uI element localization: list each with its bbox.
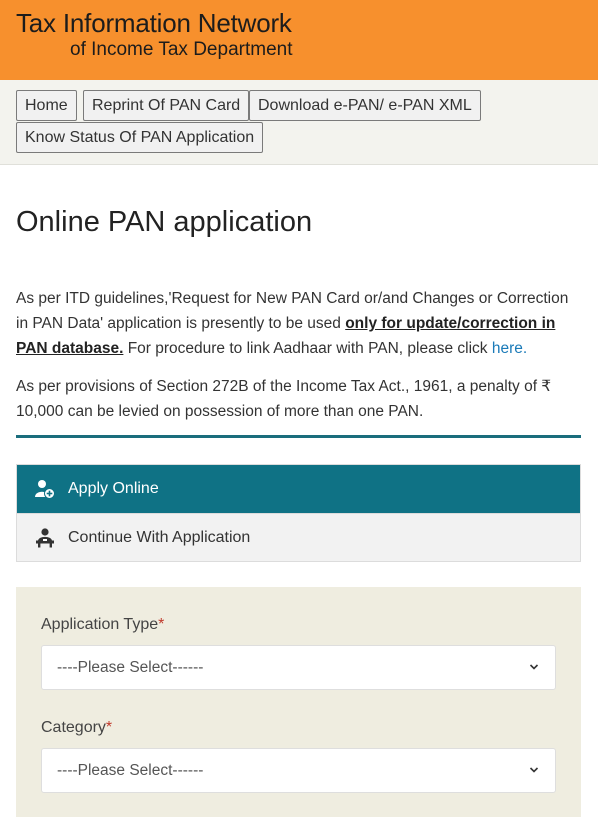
aadhaar-link-text: For procedure to link Aadhaar with PAN, … [123, 340, 492, 357]
apply-online-label: Apply Online [68, 480, 159, 497]
chevron-down-icon [529, 664, 539, 670]
nav-download-epan-button[interactable]: Download e-PAN/ e-PAN XML [249, 90, 481, 121]
continue-application-label: Continue With Application [68, 528, 251, 546]
add-user-icon [34, 478, 56, 500]
continue-application-item[interactable]: Continue With Application [17, 513, 580, 561]
application-type-value: ----Please Select------ [57, 659, 204, 676]
site-title: Tax Information Network [16, 8, 292, 38]
top-nav: Home Reprint Of PAN Card Download e-PAN/… [0, 80, 598, 165]
application-menu: Apply Online Continue With Application [16, 464, 581, 562]
nav-home-button[interactable]: Home [16, 90, 77, 121]
penalty-paragraph: As per provisions of Section 272B of the… [16, 378, 552, 420]
guidelines-paragraph: As per ITD guidelines,'Request for New P… [16, 286, 582, 361]
application-type-label-text: Application Type [41, 616, 159, 633]
nav-reprint-pan-button[interactable]: Reprint Of PAN Card [83, 90, 250, 121]
required-asterisk: * [105, 719, 113, 736]
application-type-select[interactable]: ----Please Select------ [41, 645, 556, 690]
aadhaar-link[interactable]: here. [492, 340, 527, 357]
apply-online-item[interactable]: Apply Online [17, 465, 580, 513]
category-select[interactable]: ----Please Select------ [41, 748, 556, 793]
chevron-down-icon [529, 767, 539, 773]
category-label: Category* [41, 719, 112, 737]
site-header: Tax Information Network of Income Tax De… [0, 0, 598, 80]
category-value: ----Please Select------ [57, 762, 204, 779]
nav-know-status-button[interactable]: Know Status Of PAN Application [16, 122, 264, 153]
required-asterisk: * [158, 616, 165, 633]
site-subtitle: of Income Tax Department [70, 39, 293, 60]
user-desk-icon [34, 527, 56, 549]
application-type-label: Application Type* [41, 616, 164, 634]
category-label-text: Category [41, 719, 106, 736]
section-divider [16, 435, 581, 438]
application-form: Application Type* ----Please Select-----… [16, 587, 581, 817]
page-title: Online PAN application [16, 206, 313, 238]
